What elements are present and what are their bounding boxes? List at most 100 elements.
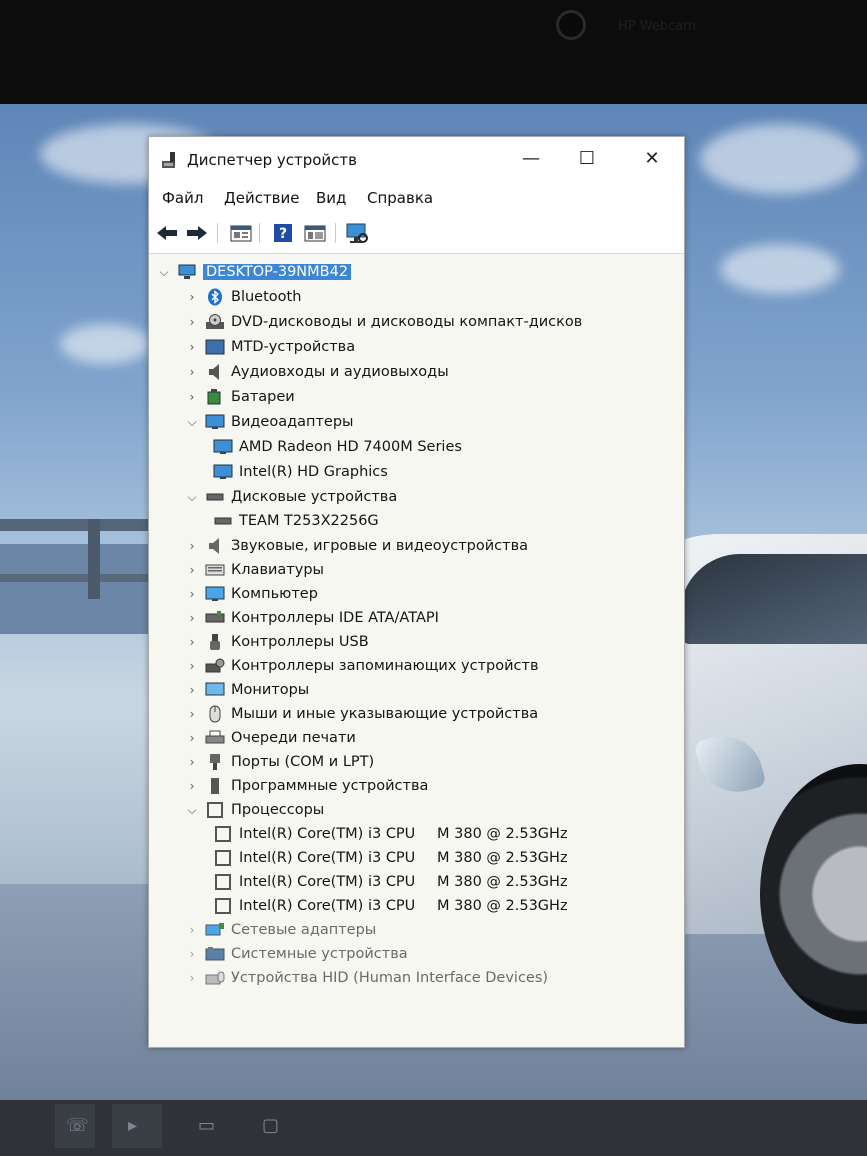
processor-icon — [213, 825, 233, 843]
tree-category[interactable]: › Аудиовходы и аудиовыходы — [185, 361, 449, 383]
chevron-down-icon[interactable]: ⌵ — [157, 265, 171, 280]
chevron-right-icon[interactable]: › — [185, 611, 199, 625]
chevron-right-icon[interactable]: › — [185, 390, 199, 404]
disk-drive-icon — [205, 488, 225, 506]
tree-category[interactable]: › Порты (COM и LPT) — [185, 751, 374, 773]
port-icon — [205, 753, 225, 771]
chevron-right-icon[interactable]: › — [185, 315, 199, 329]
back-icon[interactable] — [155, 221, 179, 245]
scan-hardware-icon[interactable] — [345, 221, 369, 245]
toolbar: ? — [149, 213, 684, 254]
processor-icon — [213, 897, 233, 915]
tree-category[interactable]: › Сетевые адаптеры — [185, 919, 377, 941]
tree-device[interactable]: Intel(R) Core(TM) i3 CPU M 380 @ 2.53GHz — [213, 823, 568, 845]
chevron-right-icon[interactable]: › — [185, 683, 199, 697]
tree-category[interactable]: › Батареи — [185, 386, 295, 408]
details-view-icon[interactable] — [303, 221, 327, 245]
tree-category[interactable]: › MTD-устройства — [185, 336, 356, 358]
tree-category-expanded[interactable]: ⌵ Процессоры — [185, 799, 324, 821]
tree-category[interactable]: › Очереди печати — [185, 727, 356, 749]
close-button[interactable]: ✕ — [629, 143, 675, 175]
menu-view[interactable]: Вид — [316, 189, 346, 207]
pointer-app-icon[interactable]: ▸ — [128, 1115, 137, 1136]
menu-file[interactable]: Файл — [162, 189, 203, 207]
speaker-icon — [205, 363, 225, 381]
mtd-device-icon — [205, 338, 225, 356]
menu-bar: Файл Действие Вид Справка — [149, 181, 684, 213]
software-device-icon — [205, 777, 225, 795]
display-adapter-icon — [205, 413, 225, 431]
chevron-down-icon[interactable]: ⌵ — [185, 415, 199, 430]
tree-device[interactable]: TEAM T253X2256G — [213, 510, 379, 532]
tree-category[interactable]: › Клавиатуры — [185, 559, 324, 581]
tree-device[interactable]: AMD Radeon HD 7400M Series — [213, 436, 462, 458]
chevron-right-icon[interactable]: › — [185, 290, 199, 304]
device-tree: ⌵ DESKTOP-39NMB42 › Bluetooth › DVD-диск… — [149, 257, 684, 1037]
tree-category[interactable]: › Bluetooth — [185, 286, 301, 308]
maximize-button[interactable]: ☐ — [564, 143, 610, 175]
tree-device[interactable]: Intel(R) Core(TM) i3 CPU M 380 @ 2.53GHz — [213, 871, 568, 893]
printer-icon — [205, 729, 225, 747]
tree-root-computer[interactable]: ⌵ DESKTOP-39NMB42 — [157, 261, 352, 283]
chevron-right-icon[interactable]: › — [185, 659, 199, 673]
file-explorer-icon[interactable]: ▭ — [198, 1115, 215, 1136]
menu-help[interactable]: Справка — [367, 189, 433, 207]
monitor-icon — [205, 681, 225, 699]
monitor-bezel: HP Webcam — [0, 0, 867, 112]
tree-category[interactable]: › Мониторы — [185, 679, 310, 701]
tree-category-expanded[interactable]: ⌵ Видеоадаптеры — [185, 411, 353, 433]
mouse-icon — [205, 705, 225, 723]
tree-device[interactable]: Intel(R) Core(TM) i3 CPU M 380 @ 2.53GHz — [213, 847, 568, 869]
chevron-right-icon[interactable]: › — [185, 731, 199, 745]
tree-category[interactable]: › Компьютер — [185, 583, 318, 605]
chevron-right-icon[interactable]: › — [185, 755, 199, 769]
minimize-button[interactable]: — — [508, 143, 554, 175]
chevron-right-icon[interactable]: › — [185, 365, 199, 379]
tree-category[interactable]: › Звуковые, игровые и видеоустройства — [185, 535, 528, 557]
chevron-right-icon[interactable]: › — [185, 923, 199, 937]
chevron-right-icon[interactable]: › — [185, 947, 199, 961]
tree-category[interactable]: › Программные устройства — [185, 775, 428, 797]
chevron-right-icon[interactable]: › — [185, 340, 199, 354]
tree-category[interactable]: › Контроллеры IDE ATA/ATAPI — [185, 607, 439, 629]
network-adapter-icon — [205, 921, 225, 939]
display-adapter-icon — [213, 463, 233, 481]
chevron-right-icon[interactable]: › — [185, 707, 199, 721]
processor-icon — [213, 873, 233, 891]
tree-device[interactable]: Intel(R) Core(TM) i3 CPU M 380 @ 2.53GHz — [213, 895, 568, 917]
window-app-icon[interactable]: ▢ — [262, 1115, 279, 1136]
chevron-right-icon[interactable]: › — [185, 635, 199, 649]
window-title: Диспетчер устройств — [187, 151, 358, 169]
tree-category[interactable]: › Контроллеры запоминающих устройств — [185, 655, 539, 677]
processor-icon — [205, 801, 225, 819]
title-bar[interactable]: Диспетчер устройств — ☐ ✕ — [149, 137, 684, 181]
usb-icon — [205, 633, 225, 651]
svg-text:?: ? — [279, 226, 287, 242]
tree-category[interactable]: › Мыши и иные указывающие устройства — [185, 703, 538, 725]
tree-root-label: DESKTOP-39NMB42 — [203, 264, 352, 280]
tree-category[interactable]: › Контроллеры USB — [185, 631, 369, 653]
ide-controller-icon — [205, 609, 225, 627]
tree-category[interactable]: › Системные устройства — [185, 943, 408, 965]
help-icon[interactable]: ? — [271, 221, 295, 245]
chevron-down-icon[interactable]: ⌵ — [185, 803, 199, 818]
chevron-right-icon[interactable]: › — [185, 971, 199, 985]
tree-category[interactable]: › DVD-дисководы и дисководы компакт-диск… — [185, 311, 582, 333]
device-manager-app-icon — [162, 152, 175, 168]
forward-icon[interactable] — [185, 221, 209, 245]
disk-drive-icon — [213, 512, 233, 530]
tree-device[interactable]: Intel(R) HD Graphics — [213, 461, 388, 483]
chevron-right-icon[interactable]: › — [185, 587, 199, 601]
webcam-label: HP Webcam — [618, 19, 696, 34]
chevron-right-icon[interactable]: › — [185, 563, 199, 577]
chevron-right-icon[interactable]: › — [185, 539, 199, 553]
webcam-lens-icon — [556, 10, 586, 40]
tree-category[interactable]: › Устройства HID (Human Interface Device… — [185, 967, 548, 989]
chevron-down-icon[interactable]: ⌵ — [185, 490, 199, 505]
chevron-right-icon[interactable]: › — [185, 779, 199, 793]
phone-app-icon[interactable]: ☏ — [66, 1115, 89, 1136]
bluetooth-icon — [205, 288, 225, 306]
properties-view-icon[interactable] — [229, 221, 253, 245]
menu-action[interactable]: Действие — [224, 189, 300, 207]
tree-category-expanded[interactable]: ⌵ Дисковые устройства — [185, 486, 397, 508]
